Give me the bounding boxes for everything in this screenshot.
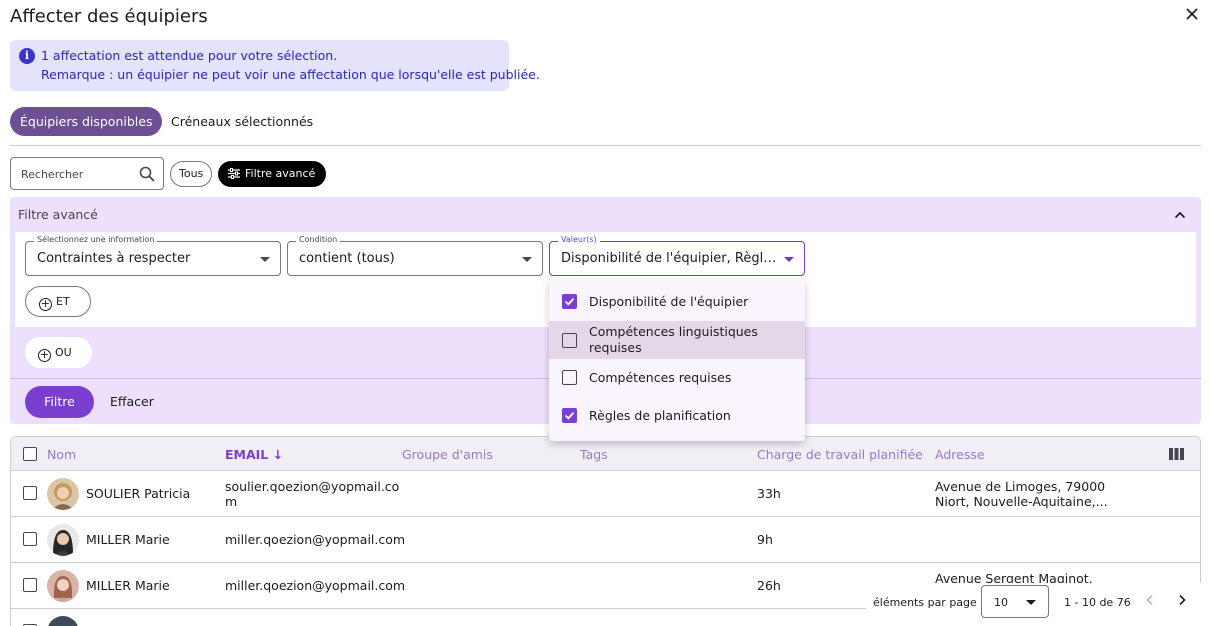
add-or-label: OU — [55, 346, 72, 359]
tab-available-members[interactable]: Équipiers disponibles — [10, 107, 163, 136]
search-input[interactable] — [21, 165, 131, 183]
divider — [10, 145, 1201, 146]
select-all-checkbox[interactable] — [23, 447, 37, 461]
search-icon[interactable] — [138, 165, 156, 183]
tune-icon — [228, 168, 240, 179]
checkbox-checked[interactable] — [562, 294, 577, 309]
option-label: Règles de planification — [589, 408, 731, 423]
values-dropdown-menu: Disponibilité de l'équipier Compétences … — [549, 279, 805, 441]
values-select[interactable]: Valeur(s) Disponibilité de l'équipier, R… — [549, 235, 805, 276]
column-workload[interactable]: Charge de travail planifiée — [757, 447, 923, 462]
table-header: Nom EMAIL ↓ Groupe d'amis Tags Charge de… — [11, 437, 1200, 471]
values-select-value: Disponibilité de l'équipier, Règles de .… — [561, 251, 783, 266]
clear-filter-button[interactable]: Effacer — [110, 386, 154, 418]
condition-select-label: Condition — [296, 235, 341, 244]
member-workload: 9h — [757, 532, 773, 547]
check-icon — [564, 298, 575, 306]
option-language-skills[interactable]: Compétences linguistiques requises — [549, 321, 805, 359]
chevron-left-icon[interactable] — [1142, 592, 1158, 608]
member-email: miller.qoezion@yopmail.com — [225, 578, 406, 593]
sort-descending-icon: ↓ — [272, 447, 284, 462]
add-circle-icon: + — [39, 297, 52, 311]
member-name: MILLER Marie — [86, 578, 170, 593]
checkbox-checked[interactable] — [562, 408, 577, 423]
column-friends-group[interactable]: Groupe d'amis — [402, 447, 493, 462]
column-address[interactable]: Adresse — [935, 447, 985, 462]
member-name: MILLER Marie — [86, 532, 170, 547]
table-row[interactable]: SOULIER Patricia soulier.qoezion@yopmail… — [11, 471, 1200, 517]
values-select-label: Valeur(s) — [558, 235, 600, 244]
option-label: Compétences requises — [589, 370, 732, 385]
close-icon[interactable] — [1182, 4, 1202, 24]
dialog-title: Affecter des équipiers — [10, 6, 208, 27]
option-label: Disponibilité de l'équipier — [589, 294, 749, 309]
member-address: Avenue de Limoges, 79000 — [935, 479, 1106, 494]
member-workload: 26h — [757, 578, 781, 593]
chip-advanced-filter[interactable]: Filtre avancé — [218, 161, 327, 187]
chevron-right-icon[interactable] — [1174, 592, 1190, 608]
advanced-filter-title: Filtre avancé — [18, 207, 98, 222]
condition-select-value: contient (tous) — [299, 251, 395, 266]
member-email-wrap: m — [225, 494, 238, 509]
avatar — [47, 616, 79, 626]
column-email[interactable]: EMAIL ↓ — [225, 447, 283, 462]
add-circle-icon: + — [38, 348, 51, 362]
condition-select[interactable]: Condition contient (tous) — [287, 235, 543, 276]
row-checkbox[interactable] — [23, 578, 37, 592]
dropdown-arrow-icon — [260, 257, 270, 262]
chip-all[interactable]: Tous — [170, 161, 213, 187]
member-email: soulier.qoezion@yopmail.co — [225, 479, 400, 494]
dropdown-arrow-icon — [1026, 600, 1036, 605]
tab-selected-slots[interactable]: Créneaux sélectionnés — [171, 107, 313, 136]
avatar — [47, 524, 79, 556]
information-select-value: Contraintes à respecter — [37, 251, 191, 266]
pagination: éléments par page 10 1 - 10 de 76 — [866, 583, 1201, 626]
info-icon: i — [19, 48, 35, 64]
page-range: 1 - 10 de 76 — [1064, 596, 1131, 609]
add-and-button[interactable]: + ET — [25, 286, 91, 317]
add-and-label: ET — [56, 295, 70, 308]
member-address-wrap: Niort, Nouvelle-Aquitaine,... — [935, 494, 1108, 509]
option-required-skills[interactable]: Compétences requises — [549, 363, 805, 393]
row-checkbox[interactable] — [23, 486, 37, 500]
apply-filter-button[interactable]: Filtre — [25, 386, 94, 418]
information-select-label: Sélectionnez une information — [34, 235, 158, 244]
banner-line-1: 1 affectation est attendue pour votre sé… — [41, 48, 338, 63]
dropdown-arrow-icon — [784, 257, 794, 262]
row-checkbox[interactable] — [23, 532, 37, 546]
option-planning-rules[interactable]: Règles de planification — [549, 401, 805, 431]
information-select[interactable]: Sélectionnez une information Contraintes… — [25, 235, 281, 276]
per-page-select[interactable]: 10 — [981, 585, 1049, 618]
avatar — [47, 570, 79, 602]
member-name: SOULIER Patricia — [86, 486, 191, 501]
column-name[interactable]: Nom — [47, 447, 76, 462]
member-email: miller.qoezion@yopmail.com — [225, 532, 406, 547]
per-page-value: 10 — [994, 596, 1008, 609]
column-tags[interactable]: Tags — [580, 447, 608, 462]
dropdown-arrow-icon — [522, 257, 532, 262]
option-label: Compétences linguistiques requises — [589, 324, 758, 355]
banner-line-2: Remarque : un équipier ne peut voir une … — [41, 67, 540, 82]
checkbox-unchecked[interactable] — [562, 370, 577, 385]
check-icon — [564, 412, 575, 420]
info-banner: i 1 affectation est attendue pour votre … — [10, 40, 540, 91]
add-or-button[interactable]: + OU — [25, 337, 92, 368]
member-workload: 33h — [757, 486, 781, 501]
per-page-label: éléments par page — [873, 596, 977, 609]
option-member-availability[interactable]: Disponibilité de l'équipier — [549, 287, 805, 317]
columns-icon[interactable] — [1169, 448, 1184, 460]
column-email-label: EMAIL — [225, 447, 269, 462]
checkbox-unchecked[interactable] — [562, 333, 577, 348]
search-field[interactable] — [10, 157, 164, 190]
avatar — [47, 478, 79, 510]
table-row[interactable]: MILLER Marie miller.qoezion@yopmail.com … — [11, 517, 1200, 563]
chip-advanced-filter-label: Filtre avancé — [245, 167, 316, 180]
chevron-up-icon[interactable] — [1172, 207, 1188, 223]
